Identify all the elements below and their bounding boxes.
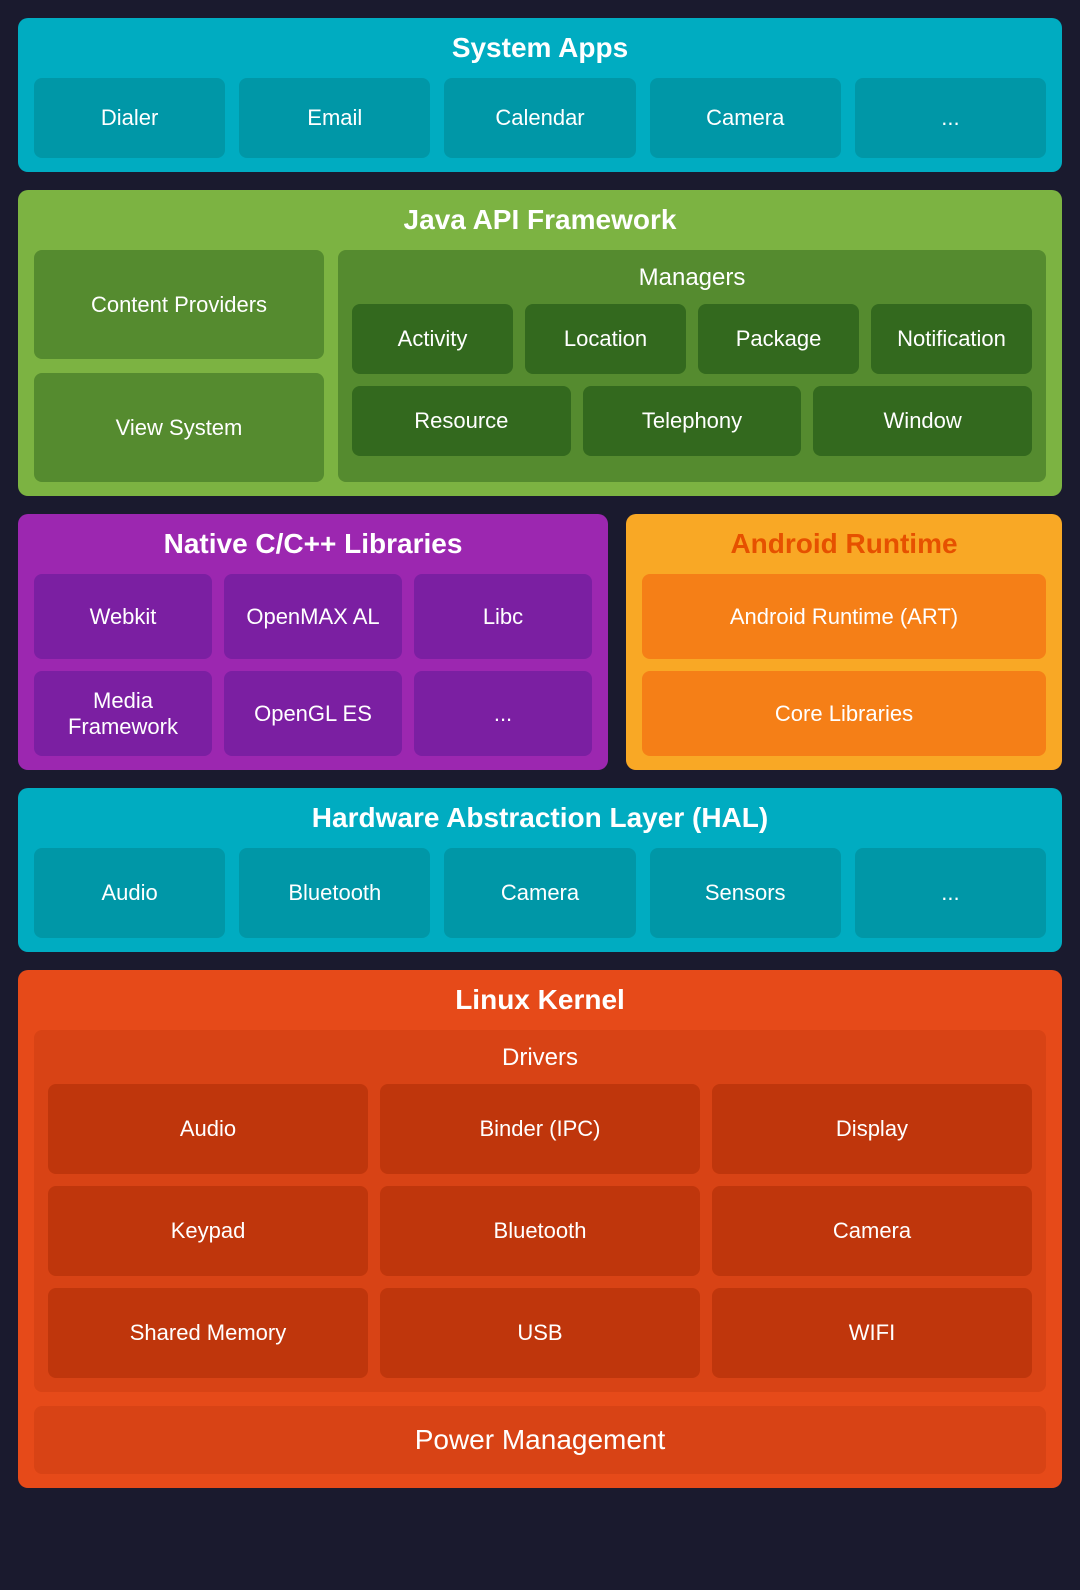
hal-row: Audio Bluetooth Camera Sensors ... <box>34 848 1046 938</box>
lib-media-framework: Media Framework <box>34 671 212 756</box>
app-email: Email <box>239 78 430 158</box>
lib-libc: Libc <box>414 574 592 659</box>
drivers-row3: Shared Memory USB WIFI <box>48 1288 1032 1378</box>
driver-shared-memory: Shared Memory <box>48 1288 368 1378</box>
hal-bluetooth: Bluetooth <box>239 848 430 938</box>
hal-camera: Camera <box>444 848 635 938</box>
hal-sensors: Sensors <box>650 848 841 938</box>
native-section: Native C/C++ Libraries Webkit OpenMAX AL… <box>18 514 608 770</box>
app-more: ... <box>855 78 1046 158</box>
native-row2: Media Framework OpenGL ES ... <box>34 671 592 756</box>
app-dialer: Dialer <box>34 78 225 158</box>
managers-box: Managers Activity Location Package Notif… <box>338 250 1046 482</box>
managers-title: Managers <box>352 264 1032 292</box>
driver-display: Display <box>712 1084 1032 1174</box>
lib-more: ... <box>414 671 592 756</box>
hal-section: Hardware Abstraction Layer (HAL) Audio B… <box>18 788 1062 952</box>
linux-section: Linux Kernel Drivers Audio Binder (IPC) … <box>18 970 1062 1488</box>
drivers-grid: Audio Binder (IPC) Display Keypad Blueto… <box>48 1084 1032 1378</box>
android-runtime-section: Android Runtime Android Runtime (ART) Co… <box>626 514 1062 770</box>
driver-wifi: WIFI <box>712 1288 1032 1378</box>
art: Android Runtime (ART) <box>642 574 1046 659</box>
driver-usb: USB <box>380 1288 700 1378</box>
core-libraries: Core Libraries <box>642 671 1046 756</box>
managers-row1: Activity Location Package Notification <box>352 304 1032 374</box>
native-runtime-row: Native C/C++ Libraries Webkit OpenMAX AL… <box>18 514 1062 770</box>
lib-webkit: Webkit <box>34 574 212 659</box>
system-apps-row: Dialer Email Calendar Camera ... <box>34 78 1046 158</box>
lib-openmax: OpenMAX AL <box>224 574 402 659</box>
java-api-title: Java API Framework <box>34 204 1046 236</box>
driver-camera: Camera <box>712 1186 1032 1276</box>
driver-keypad: Keypad <box>48 1186 368 1276</box>
manager-location: Location <box>525 304 686 374</box>
java-left: Content Providers View System <box>34 250 324 482</box>
drivers-row2: Keypad Bluetooth Camera <box>48 1186 1032 1276</box>
manager-window: Window <box>813 386 1032 456</box>
hal-title: Hardware Abstraction Layer (HAL) <box>34 802 1046 834</box>
manager-telephony: Telephony <box>583 386 802 456</box>
driver-bluetooth: Bluetooth <box>380 1186 700 1276</box>
content-providers: Content Providers <box>34 250 324 359</box>
linux-title: Linux Kernel <box>34 984 1046 1016</box>
system-apps-title: System Apps <box>34 32 1046 64</box>
native-title: Native C/C++ Libraries <box>34 528 592 560</box>
native-row1: Webkit OpenMAX AL Libc <box>34 574 592 659</box>
view-system: View System <box>34 373 324 482</box>
managers-row2: Resource Telephony Window <box>352 386 1032 456</box>
hal-more: ... <box>855 848 1046 938</box>
manager-notification: Notification <box>871 304 1032 374</box>
lib-opengl: OpenGL ES <box>224 671 402 756</box>
power-management: Power Management <box>34 1406 1046 1474</box>
android-runtime-inner: Android Runtime (ART) Core Libraries <box>642 574 1046 756</box>
manager-package: Package <box>698 304 859 374</box>
hal-audio: Audio <box>34 848 225 938</box>
drivers-title: Drivers <box>48 1044 1032 1072</box>
system-apps-section: System Apps Dialer Email Calendar Camera… <box>18 18 1062 172</box>
android-runtime-title: Android Runtime <box>642 528 1046 560</box>
java-api-section: Java API Framework Content Providers Vie… <box>18 190 1062 496</box>
manager-activity: Activity <box>352 304 513 374</box>
java-api-inner: Content Providers View System Managers A… <box>34 250 1046 482</box>
drivers-row1: Audio Binder (IPC) Display <box>48 1084 1032 1174</box>
app-camera: Camera <box>650 78 841 158</box>
driver-audio: Audio <box>48 1084 368 1174</box>
manager-resource: Resource <box>352 386 571 456</box>
driver-binder: Binder (IPC) <box>380 1084 700 1174</box>
drivers-box: Drivers Audio Binder (IPC) Display Keypa… <box>34 1030 1046 1392</box>
app-calendar: Calendar <box>444 78 635 158</box>
native-grid: Webkit OpenMAX AL Libc Media Framework O… <box>34 574 592 756</box>
